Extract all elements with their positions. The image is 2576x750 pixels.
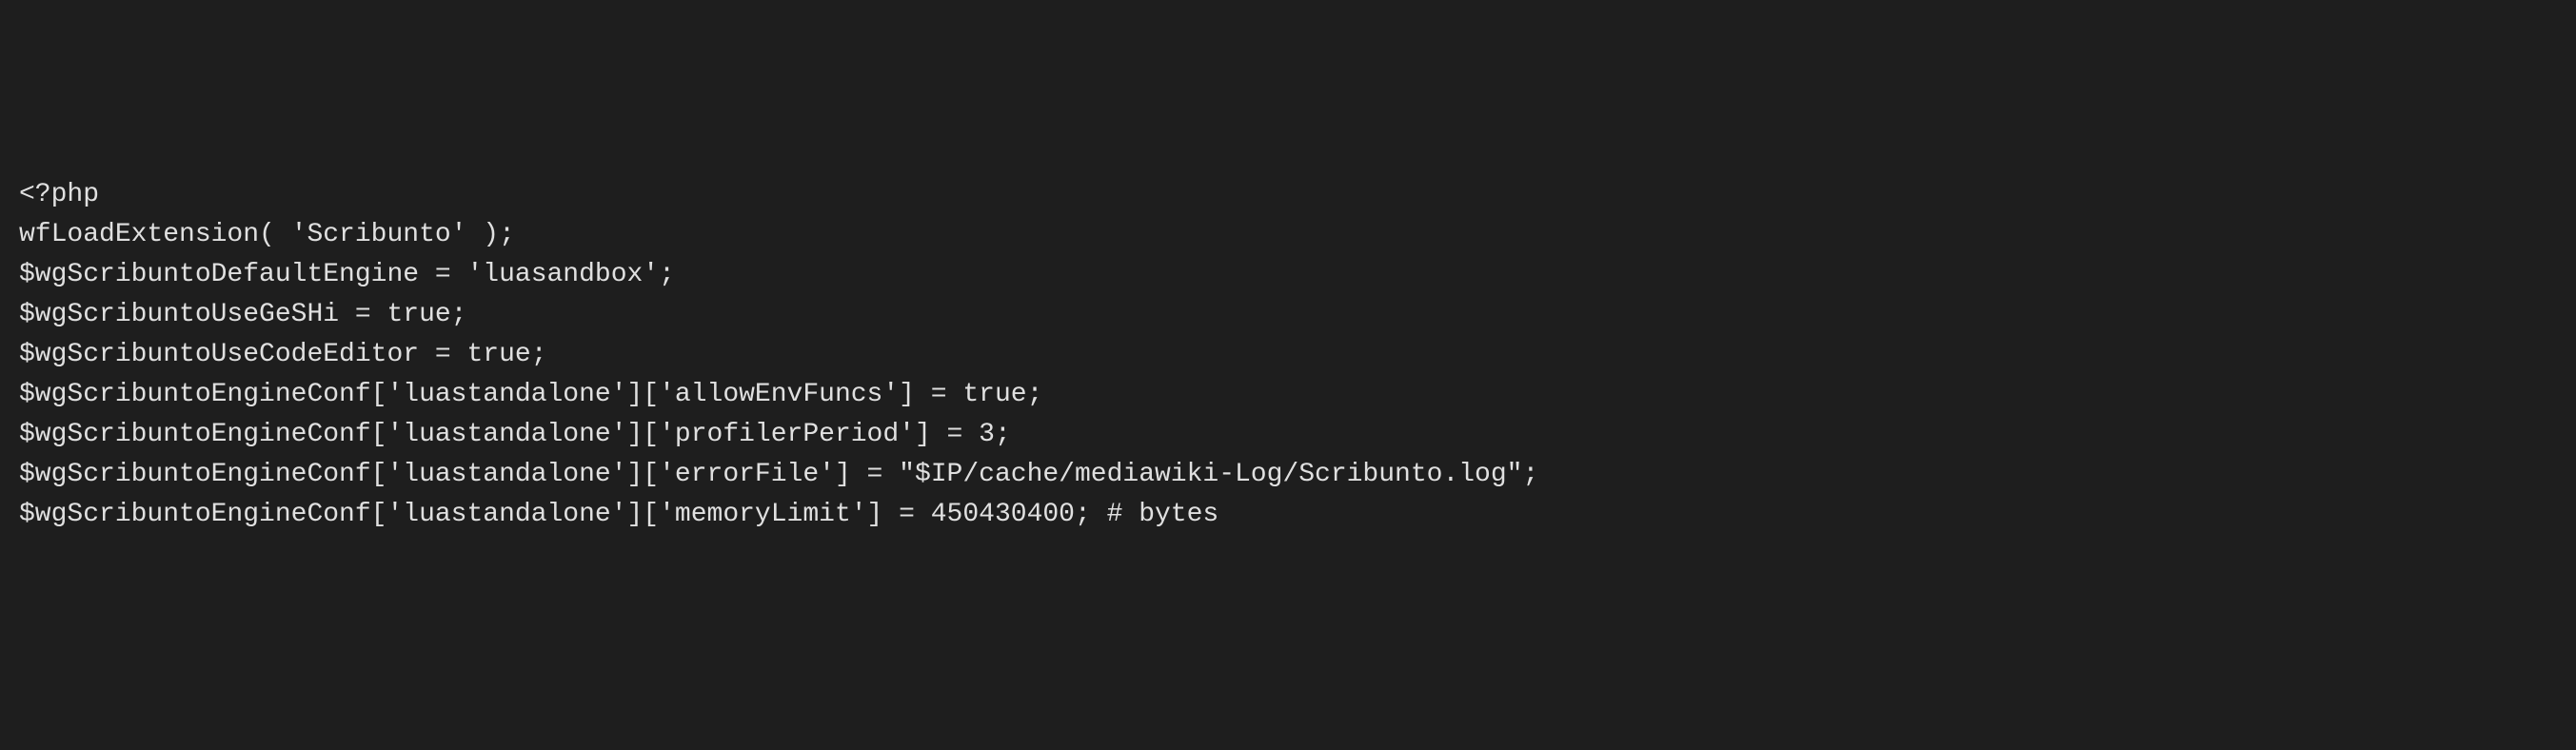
code-line: $wgScribuntoEngineConf['luastandalone'][…: [19, 455, 2557, 495]
code-line: wfLoadExtension( 'Scribunto' );: [19, 215, 2557, 255]
code-line: $wgScribuntoDefaultEngine = 'luasandbox'…: [19, 255, 2557, 295]
code-line: $wgScribuntoUseCodeEditor = true;: [19, 335, 2557, 375]
code-block: <?phpwfLoadExtension( 'Scribunto' );$wgS…: [19, 175, 2557, 535]
code-line: $wgScribuntoEngineConf['luastandalone'][…: [19, 495, 2557, 535]
code-line: $wgScribuntoUseGeSHi = true;: [19, 295, 2557, 335]
code-line: <?php: [19, 175, 2557, 215]
code-line: $wgScribuntoEngineConf['luastandalone'][…: [19, 415, 2557, 455]
code-line: $wgScribuntoEngineConf['luastandalone'][…: [19, 375, 2557, 415]
